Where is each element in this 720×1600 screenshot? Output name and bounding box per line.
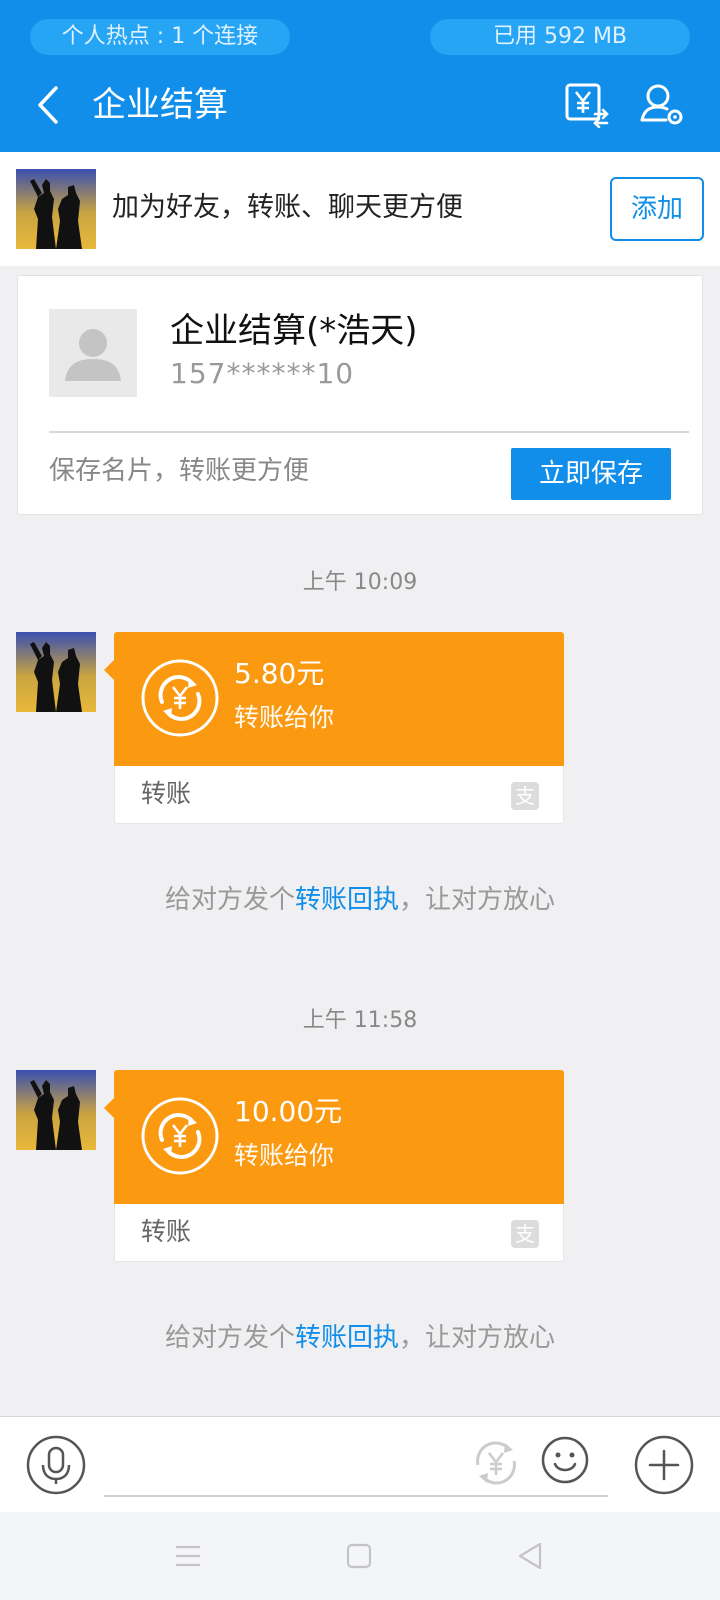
transfer-bubble-footer: 转账 支 bbox=[114, 766, 564, 824]
default-avatar bbox=[49, 309, 137, 397]
person-placeholder-icon bbox=[49, 309, 137, 397]
home-nav-button[interactable] bbox=[341, 1538, 377, 1574]
microphone-icon bbox=[26, 1435, 86, 1495]
chat-input-bar bbox=[0, 1416, 720, 1512]
back-nav-button[interactable] bbox=[512, 1538, 548, 1574]
receipt-hint-prefix: 给对方发个 bbox=[164, 885, 295, 915]
silhouette-photo-icon bbox=[16, 632, 96, 712]
silhouette-photo-icon bbox=[16, 1070, 96, 1150]
transfer-bubble-footer: 转账 支 bbox=[114, 1204, 564, 1262]
transfer-subtitle: 转账给你 bbox=[234, 703, 335, 732]
divider bbox=[49, 431, 689, 433]
more-options-button[interactable] bbox=[634, 1435, 694, 1495]
smiley-icon bbox=[541, 1436, 589, 1484]
message-timestamp: 上午 11:58 bbox=[302, 1008, 418, 1033]
yuan-circle-icon bbox=[476, 1441, 516, 1485]
plus-circle-icon bbox=[634, 1435, 694, 1495]
system-navigation-bar bbox=[0, 1512, 720, 1600]
chevron-left-icon bbox=[38, 86, 58, 124]
page-title: 企业结算 bbox=[92, 85, 228, 125]
sender-avatar[interactable] bbox=[16, 632, 96, 712]
menu-icon bbox=[176, 1545, 200, 1567]
transfer-bubble-body: 10.00元 转账给你 bbox=[104, 1070, 564, 1204]
add-friend-bar: 加为好友，转账、聊天更方便 添加 bbox=[0, 152, 720, 266]
transfer-type-label: 转账 bbox=[141, 1217, 192, 1246]
user-settings-icon bbox=[640, 84, 683, 125]
add-friend-button[interactable]: 添加 bbox=[610, 177, 704, 241]
transfer-amount: 5.80元 bbox=[234, 657, 325, 690]
save-now-button[interactable]: 立即保存 bbox=[511, 448, 671, 500]
receipt-hint: 给对方发个转账回执，让对方放心 bbox=[0, 880, 720, 920]
message-input[interactable] bbox=[104, 1495, 608, 1497]
transfer-bill-button[interactable] bbox=[562, 80, 610, 129]
alipay-icon: 支 bbox=[511, 1220, 539, 1248]
contact-settings-button[interactable] bbox=[638, 80, 686, 128]
transfer-message-bubble[interactable]: 10.00元 转账给你 转账 支 bbox=[104, 1070, 564, 1262]
add-friend-prompt: 加为好友，转账、聊天更方便 bbox=[112, 192, 463, 223]
yuan-transfer-icon bbox=[565, 83, 609, 129]
emoji-button[interactable] bbox=[540, 1435, 590, 1485]
transfer-subtitle: 转账给你 bbox=[234, 1141, 335, 1170]
app-header: 个人热点 : 1 个连接 已用 592 MB 企业结算 bbox=[0, 0, 720, 152]
silhouette-photo-icon bbox=[16, 169, 96, 249]
transfer-amount: 10.00元 bbox=[234, 1095, 343, 1128]
receipt-hint: 给对方发个转账回执，让对方放心 bbox=[0, 1318, 720, 1358]
sender-avatar[interactable] bbox=[16, 1070, 96, 1150]
transfer-type-label: 转账 bbox=[141, 779, 192, 808]
transfer-message-bubble[interactable]: 5.80元 转账给你 转账 支 bbox=[104, 632, 564, 824]
quick-transfer-button[interactable] bbox=[470, 1437, 522, 1489]
contact-card: 企业结算(*浩天) 157******10 保存名片，转账更方便 立即保存 bbox=[17, 275, 703, 515]
save-card-hint: 保存名片，转账更方便 bbox=[49, 456, 310, 486]
alipay-icon: 支 bbox=[511, 782, 539, 810]
send-receipt-link[interactable]: 转账回执 bbox=[295, 885, 399, 915]
data-usage-status: 已用 592 MB bbox=[430, 19, 690, 55]
contact-name: 企业结算(*浩天) bbox=[170, 311, 418, 351]
contact-phone: 157******10 bbox=[170, 357, 355, 390]
back-button[interactable] bbox=[30, 80, 70, 130]
voice-input-button[interactable] bbox=[26, 1435, 86, 1495]
menu-nav-button[interactable] bbox=[170, 1538, 206, 1574]
send-receipt-link[interactable]: 转账回执 bbox=[295, 1323, 399, 1353]
yuan-transfer-icon bbox=[141, 1097, 219, 1175]
yuan-transfer-icon bbox=[141, 659, 219, 737]
receipt-hint-suffix: ，让对方放心 bbox=[399, 885, 556, 915]
contact-avatar[interactable] bbox=[16, 169, 96, 249]
hotspot-status: 个人热点 : 1 个连接 bbox=[30, 19, 290, 55]
transfer-bubble-body: 5.80元 转账给你 bbox=[104, 632, 564, 766]
receipt-hint-suffix: ，让对方放心 bbox=[399, 1323, 556, 1353]
home-square-icon bbox=[346, 1543, 372, 1569]
message-timestamp: 上午 10:09 bbox=[302, 570, 418, 595]
receipt-hint-prefix: 给对方发个 bbox=[164, 1323, 295, 1353]
back-triangle-icon bbox=[518, 1542, 542, 1570]
